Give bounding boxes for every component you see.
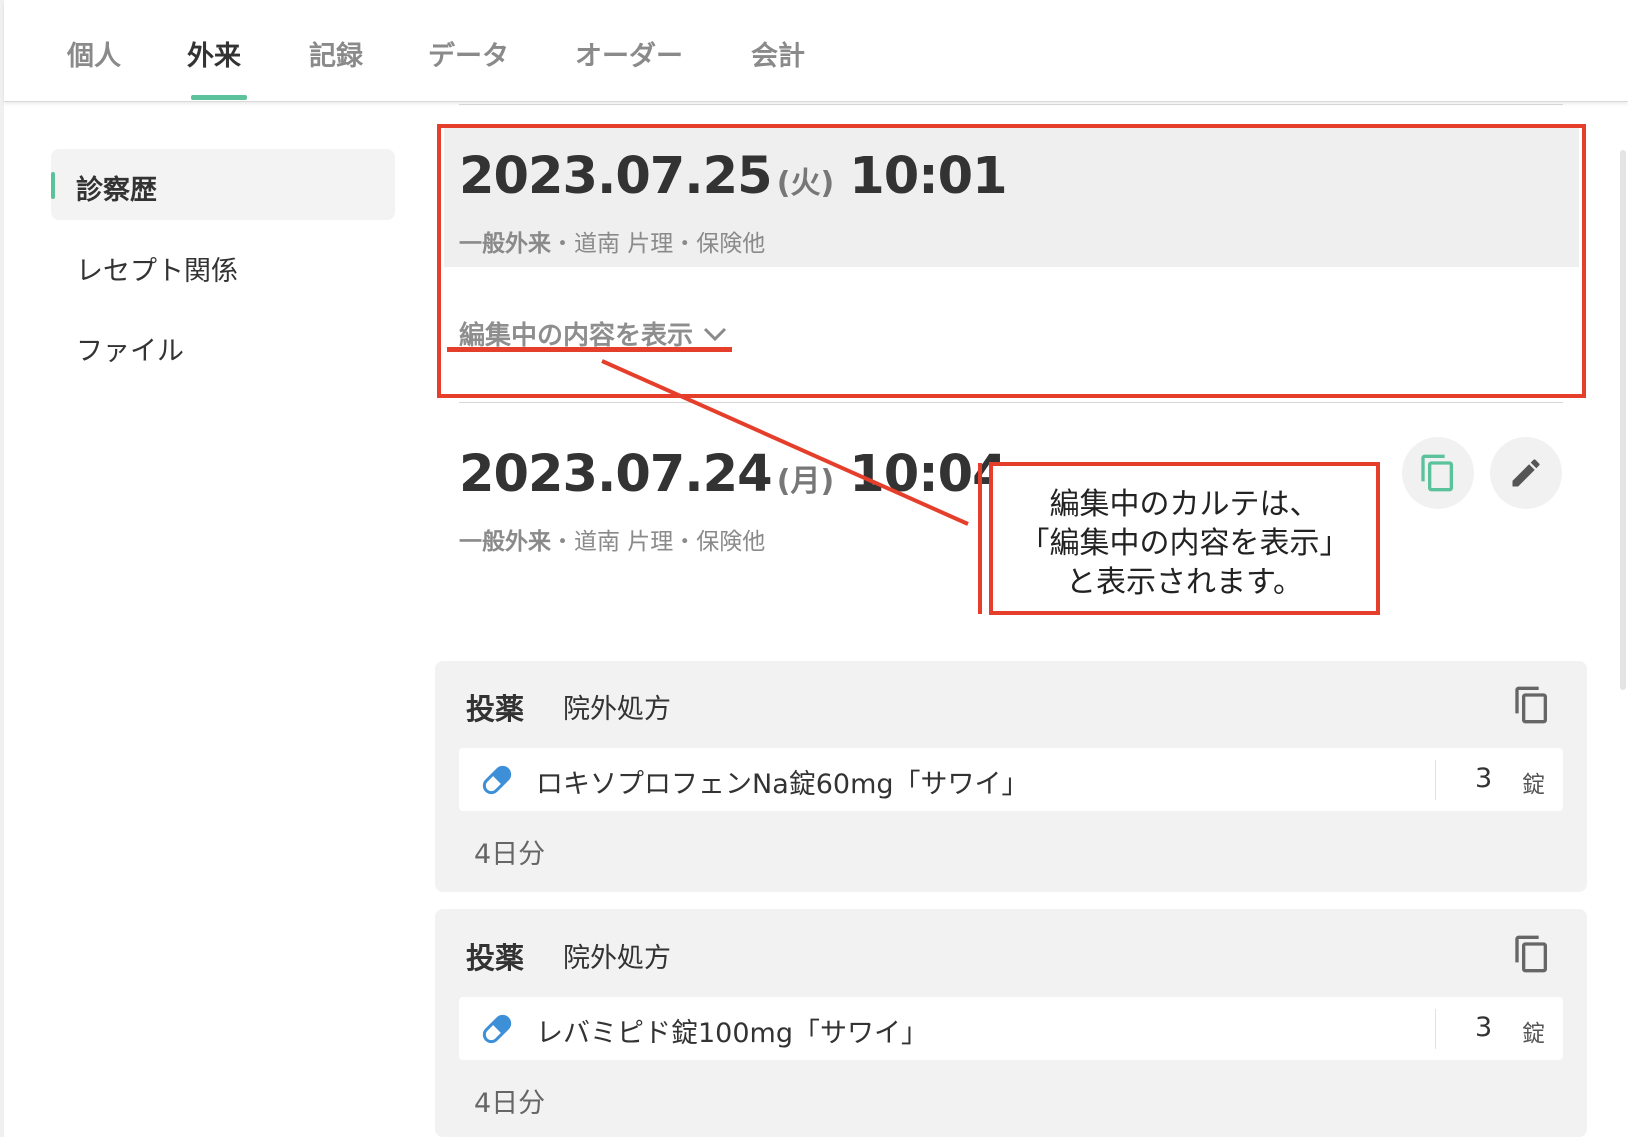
annotation-line: 編集中のカルテは、 <box>1049 487 1320 522</box>
annotation-line: と表示されます。 <box>1066 565 1303 600</box>
annotation-line: 「編集中の内容を表示」 <box>1019 526 1350 561</box>
annotation-callout: 編集中のカルテは、 「編集中の内容を表示」 と表示されます。 <box>989 462 1380 615</box>
annotation-text: 編集中のカルテは、 「編集中の内容を表示」 と表示されます。 <box>993 466 1376 602</box>
annotation-connector <box>601 359 982 614</box>
